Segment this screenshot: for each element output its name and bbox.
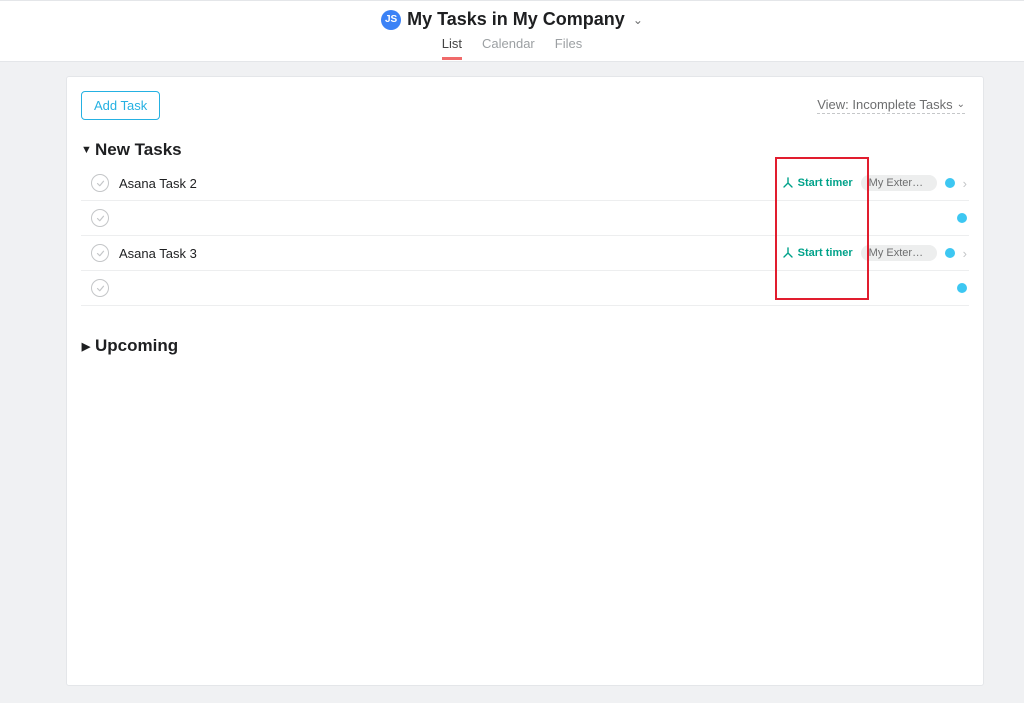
task-row[interactable]: [81, 271, 969, 306]
start-timer-button[interactable]: Start timer: [782, 177, 853, 189]
timer-icon: [782, 177, 794, 189]
task-row[interactable]: Asana Task 3 Start timer My Extern… ›: [81, 236, 969, 271]
tab-calendar[interactable]: Calendar: [482, 36, 535, 60]
complete-check-icon[interactable]: [91, 279, 109, 297]
status-dot: [957, 283, 967, 293]
task-row[interactable]: Asana Task 2 Start timer My Extern… ›: [81, 166, 969, 201]
tabs: List Calendar Files: [0, 36, 1024, 60]
status-dot: [945, 248, 955, 258]
start-timer-button[interactable]: Start timer: [782, 247, 853, 259]
project-tag[interactable]: My Extern…: [861, 245, 937, 261]
task-title: Asana Task 3: [119, 246, 782, 261]
complete-check-icon[interactable]: [91, 174, 109, 192]
section-new-tasks[interactable]: ▼ New Tasks: [81, 134, 969, 166]
task-row[interactable]: [81, 201, 969, 236]
project-tag[interactable]: My Extern…: [861, 175, 937, 191]
status-dot: [945, 178, 955, 188]
chevron-right-icon[interactable]: ›: [963, 176, 967, 191]
chevron-down-icon[interactable]: ⌄: [633, 13, 643, 27]
tab-files[interactable]: Files: [555, 36, 582, 60]
top-bar: JS My Tasks in My Company ⌄ List Calenda…: [0, 0, 1024, 62]
tab-list[interactable]: List: [442, 36, 462, 60]
toolbar: Add Task View: Incomplete Tasks ⌄: [81, 91, 969, 134]
main-canvas: Add Task View: Incomplete Tasks ⌄ ▼ New …: [66, 76, 984, 686]
avatar: JS: [381, 10, 401, 30]
complete-check-icon[interactable]: [91, 209, 109, 227]
page-title[interactable]: My Tasks in My Company: [407, 9, 625, 30]
section-upcoming[interactable]: ▶ Upcoming: [81, 330, 969, 362]
start-timer-label: Start timer: [798, 177, 853, 189]
start-timer-label: Start timer: [798, 247, 853, 259]
complete-check-icon[interactable]: [91, 244, 109, 262]
caret-right-icon: ▶: [81, 340, 91, 353]
view-selector[interactable]: View: Incomplete Tasks ⌄: [817, 97, 965, 114]
view-label: View: Incomplete Tasks: [817, 97, 952, 112]
chevron-down-icon: ⌄: [957, 99, 965, 110]
chevron-right-icon[interactable]: ›: [963, 246, 967, 261]
section-label: Upcoming: [95, 336, 178, 356]
section-label: New Tasks: [95, 140, 182, 160]
tasks-list: Asana Task 2 Start timer My Extern… ›: [81, 166, 969, 306]
status-dot: [957, 213, 967, 223]
caret-down-icon: ▼: [81, 144, 91, 156]
add-task-button[interactable]: Add Task: [81, 91, 160, 120]
timer-icon: [782, 247, 794, 259]
task-title: Asana Task 2: [119, 176, 782, 191]
